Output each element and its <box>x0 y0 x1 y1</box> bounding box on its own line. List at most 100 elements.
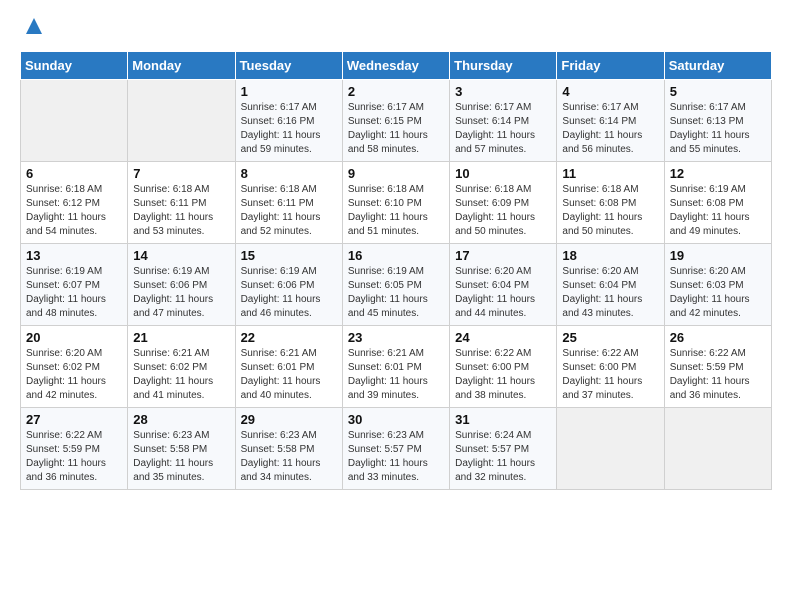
day-number: 13 <box>26 248 122 263</box>
day-info: Sunrise: 6:20 AMSunset: 6:03 PMDaylight:… <box>670 265 766 321</box>
day-number: 29 <box>241 412 337 427</box>
day-info: Sunrise: 6:21 AMSunset: 6:01 PMDaylight:… <box>348 347 444 403</box>
day-info: Sunrise: 6:21 AMSunset: 6:01 PMDaylight:… <box>241 347 337 403</box>
day-info: Sunrise: 6:17 AMSunset: 6:13 PMDaylight:… <box>670 101 766 157</box>
calendar-cell: 22 Sunrise: 6:21 AMSunset: 6:01 PMDayligh… <box>235 326 342 408</box>
day-info: Sunrise: 6:23 AMSunset: 5:58 PMDaylight:… <box>241 429 337 485</box>
calendar-cell: 29 Sunrise: 6:23 AMSunset: 5:58 PMDayligh… <box>235 408 342 490</box>
calendar-cell: 5Sunrise: 6:17 AMSunset: 6:13 PMDaylight… <box>664 80 771 162</box>
day-number: 19 <box>670 248 766 263</box>
col-header-thursday: Thursday <box>450 52 557 80</box>
calendar-cell: 28 Sunrise: 6:23 AMSunset: 5:58 PMDayligh… <box>128 408 235 490</box>
calendar-cell <box>664 408 771 490</box>
day-number: 7 <box>133 166 229 181</box>
calendar-cell <box>21 80 128 162</box>
day-info: Sunrise: 6:22 AMSunset: 6:00 PMDaylight:… <box>562 347 658 403</box>
calendar-cell: 27 Sunrise: 6:22 AMSunset: 5:59 PMDayligh… <box>21 408 128 490</box>
day-number: 26 <box>670 330 766 345</box>
day-info: Sunrise: 6:19 AMSunset: 6:06 PMDaylight:… <box>133 265 229 321</box>
day-number: 3 <box>455 84 551 99</box>
day-info: Sunrise: 6:19 AMSunset: 6:07 PMDaylight:… <box>26 265 122 321</box>
calendar-cell: 15 Sunrise: 6:19 AMSunset: 6:06 PMDayligh… <box>235 244 342 326</box>
calendar-table: SundayMondayTuesdayWednesdayThursdayFrid… <box>20 51 772 490</box>
day-info: Sunrise: 6:19 AMSunset: 6:08 PMDaylight:… <box>670 183 766 239</box>
calendar-cell: 11 Sunrise: 6:18 AMSunset: 6:08 PMDayligh… <box>557 162 664 244</box>
day-info: Sunrise: 6:17 AMSunset: 6:14 PMDaylight:… <box>562 101 658 157</box>
calendar-cell: 3 Sunrise: 6:17 AMSunset: 6:14 PMDaylight… <box>450 80 557 162</box>
day-info: Sunrise: 6:19 AMSunset: 6:05 PMDaylight:… <box>348 265 444 321</box>
day-number: 25 <box>562 330 658 345</box>
day-number: 14 <box>133 248 229 263</box>
day-number: 9 <box>348 166 444 181</box>
calendar-cell: 26 Sunrise: 6:22 AMSunset: 5:59 PMDayligh… <box>664 326 771 408</box>
day-info: Sunrise: 6:18 AMSunset: 6:09 PMDaylight:… <box>455 183 551 239</box>
logo <box>20 16 45 41</box>
calendar-week-4: 20 Sunrise: 6:20 AMSunset: 6:02 PMDayligh… <box>21 326 772 408</box>
col-header-friday: Friday <box>557 52 664 80</box>
calendar-cell: 8 Sunrise: 6:18 AMSunset: 6:11 PMDaylight… <box>235 162 342 244</box>
day-number: 28 <box>133 412 229 427</box>
calendar-page: SundayMondayTuesdayWednesdayThursdayFrid… <box>0 0 792 506</box>
calendar-cell <box>128 80 235 162</box>
calendar-cell: 12 Sunrise: 6:19 AMSunset: 6:08 PMDayligh… <box>664 162 771 244</box>
day-number: 8 <box>241 166 337 181</box>
calendar-cell: 4Sunrise: 6:17 AMSunset: 6:14 PMDaylight… <box>557 80 664 162</box>
calendar-week-3: 13 Sunrise: 6:19 AMSunset: 6:07 PMDayligh… <box>21 244 772 326</box>
calendar-cell: 23Sunrise: 6:21 AMSunset: 6:01 PMDayligh… <box>342 326 449 408</box>
day-number: 31 <box>455 412 551 427</box>
day-info: Sunrise: 6:18 AMSunset: 6:10 PMDaylight:… <box>348 183 444 239</box>
day-number: 22 <box>241 330 337 345</box>
logo-triangle-icon <box>23 16 45 34</box>
calendar-cell: 30Sunrise: 6:23 AMSunset: 5:57 PMDayligh… <box>342 408 449 490</box>
day-info: Sunrise: 6:21 AMSunset: 6:02 PMDaylight:… <box>133 347 229 403</box>
calendar-cell: 16 Sunrise: 6:19 AMSunset: 6:05 PMDayligh… <box>342 244 449 326</box>
calendar-header-row: SundayMondayTuesdayWednesdayThursdayFrid… <box>21 52 772 80</box>
day-info: Sunrise: 6:18 AMSunset: 6:11 PMDaylight:… <box>241 183 337 239</box>
calendar-cell: 21 Sunrise: 6:21 AMSunset: 6:02 PMDayligh… <box>128 326 235 408</box>
page-header <box>20 16 772 41</box>
day-info: Sunrise: 6:17 AMSunset: 6:16 PMDaylight:… <box>241 101 337 157</box>
day-number: 16 <box>348 248 444 263</box>
day-info: Sunrise: 6:20 AMSunset: 6:04 PMDaylight:… <box>562 265 658 321</box>
calendar-cell: 10 Sunrise: 6:18 AMSunset: 6:09 PMDayligh… <box>450 162 557 244</box>
day-info: Sunrise: 6:18 AMSunset: 6:12 PMDaylight:… <box>26 183 122 239</box>
calendar-cell: 19 Sunrise: 6:20 AMSunset: 6:03 PMDayligh… <box>664 244 771 326</box>
day-info: Sunrise: 6:22 AMSunset: 5:59 PMDaylight:… <box>670 347 766 403</box>
day-info: Sunrise: 6:19 AMSunset: 6:06 PMDaylight:… <box>241 265 337 321</box>
logo-text-block <box>20 16 45 41</box>
col-header-wednesday: Wednesday <box>342 52 449 80</box>
day-info: Sunrise: 6:20 AMSunset: 6:02 PMDaylight:… <box>26 347 122 403</box>
calendar-cell: 14 Sunrise: 6:19 AMSunset: 6:06 PMDayligh… <box>128 244 235 326</box>
day-number: 12 <box>670 166 766 181</box>
calendar-cell: 24Sunrise: 6:22 AMSunset: 6:00 PMDayligh… <box>450 326 557 408</box>
day-number: 20 <box>26 330 122 345</box>
calendar-cell: 13 Sunrise: 6:19 AMSunset: 6:07 PMDayligh… <box>21 244 128 326</box>
day-info: Sunrise: 6:22 AMSunset: 5:59 PMDaylight:… <box>26 429 122 485</box>
calendar-cell: 9 Sunrise: 6:18 AMSunset: 6:10 PMDaylight… <box>342 162 449 244</box>
calendar-week-1: 1Sunrise: 6:17 AMSunset: 6:16 PMDaylight… <box>21 80 772 162</box>
day-info: Sunrise: 6:22 AMSunset: 6:00 PMDaylight:… <box>455 347 551 403</box>
day-number: 11 <box>562 166 658 181</box>
col-header-sunday: Sunday <box>21 52 128 80</box>
day-info: Sunrise: 6:18 AMSunset: 6:08 PMDaylight:… <box>562 183 658 239</box>
day-number: 10 <box>455 166 551 181</box>
calendar-cell: 20 Sunrise: 6:20 AMSunset: 6:02 PMDayligh… <box>21 326 128 408</box>
day-number: 27 <box>26 412 122 427</box>
day-info: Sunrise: 6:24 AMSunset: 5:57 PMDaylight:… <box>455 429 551 485</box>
col-header-tuesday: Tuesday <box>235 52 342 80</box>
col-header-saturday: Saturday <box>664 52 771 80</box>
day-info: Sunrise: 6:23 AMSunset: 5:58 PMDaylight:… <box>133 429 229 485</box>
day-number: 30 <box>348 412 444 427</box>
calendar-cell: 1Sunrise: 6:17 AMSunset: 6:16 PMDaylight… <box>235 80 342 162</box>
calendar-cell <box>557 408 664 490</box>
calendar-cell: 18Sunrise: 6:20 AMSunset: 6:04 PMDayligh… <box>557 244 664 326</box>
day-info: Sunrise: 6:18 AMSunset: 6:11 PMDaylight:… <box>133 183 229 239</box>
calendar-cell: 25 Sunrise: 6:22 AMSunset: 6:00 PMDayligh… <box>557 326 664 408</box>
calendar-cell: 17Sunrise: 6:20 AMSunset: 6:04 PMDayligh… <box>450 244 557 326</box>
calendar-cell: 7 Sunrise: 6:18 AMSunset: 6:11 PMDaylight… <box>128 162 235 244</box>
day-info: Sunrise: 6:17 AMSunset: 6:14 PMDaylight:… <box>455 101 551 157</box>
day-number: 21 <box>133 330 229 345</box>
col-header-monday: Monday <box>128 52 235 80</box>
day-number: 15 <box>241 248 337 263</box>
day-info: Sunrise: 6:20 AMSunset: 6:04 PMDaylight:… <box>455 265 551 321</box>
